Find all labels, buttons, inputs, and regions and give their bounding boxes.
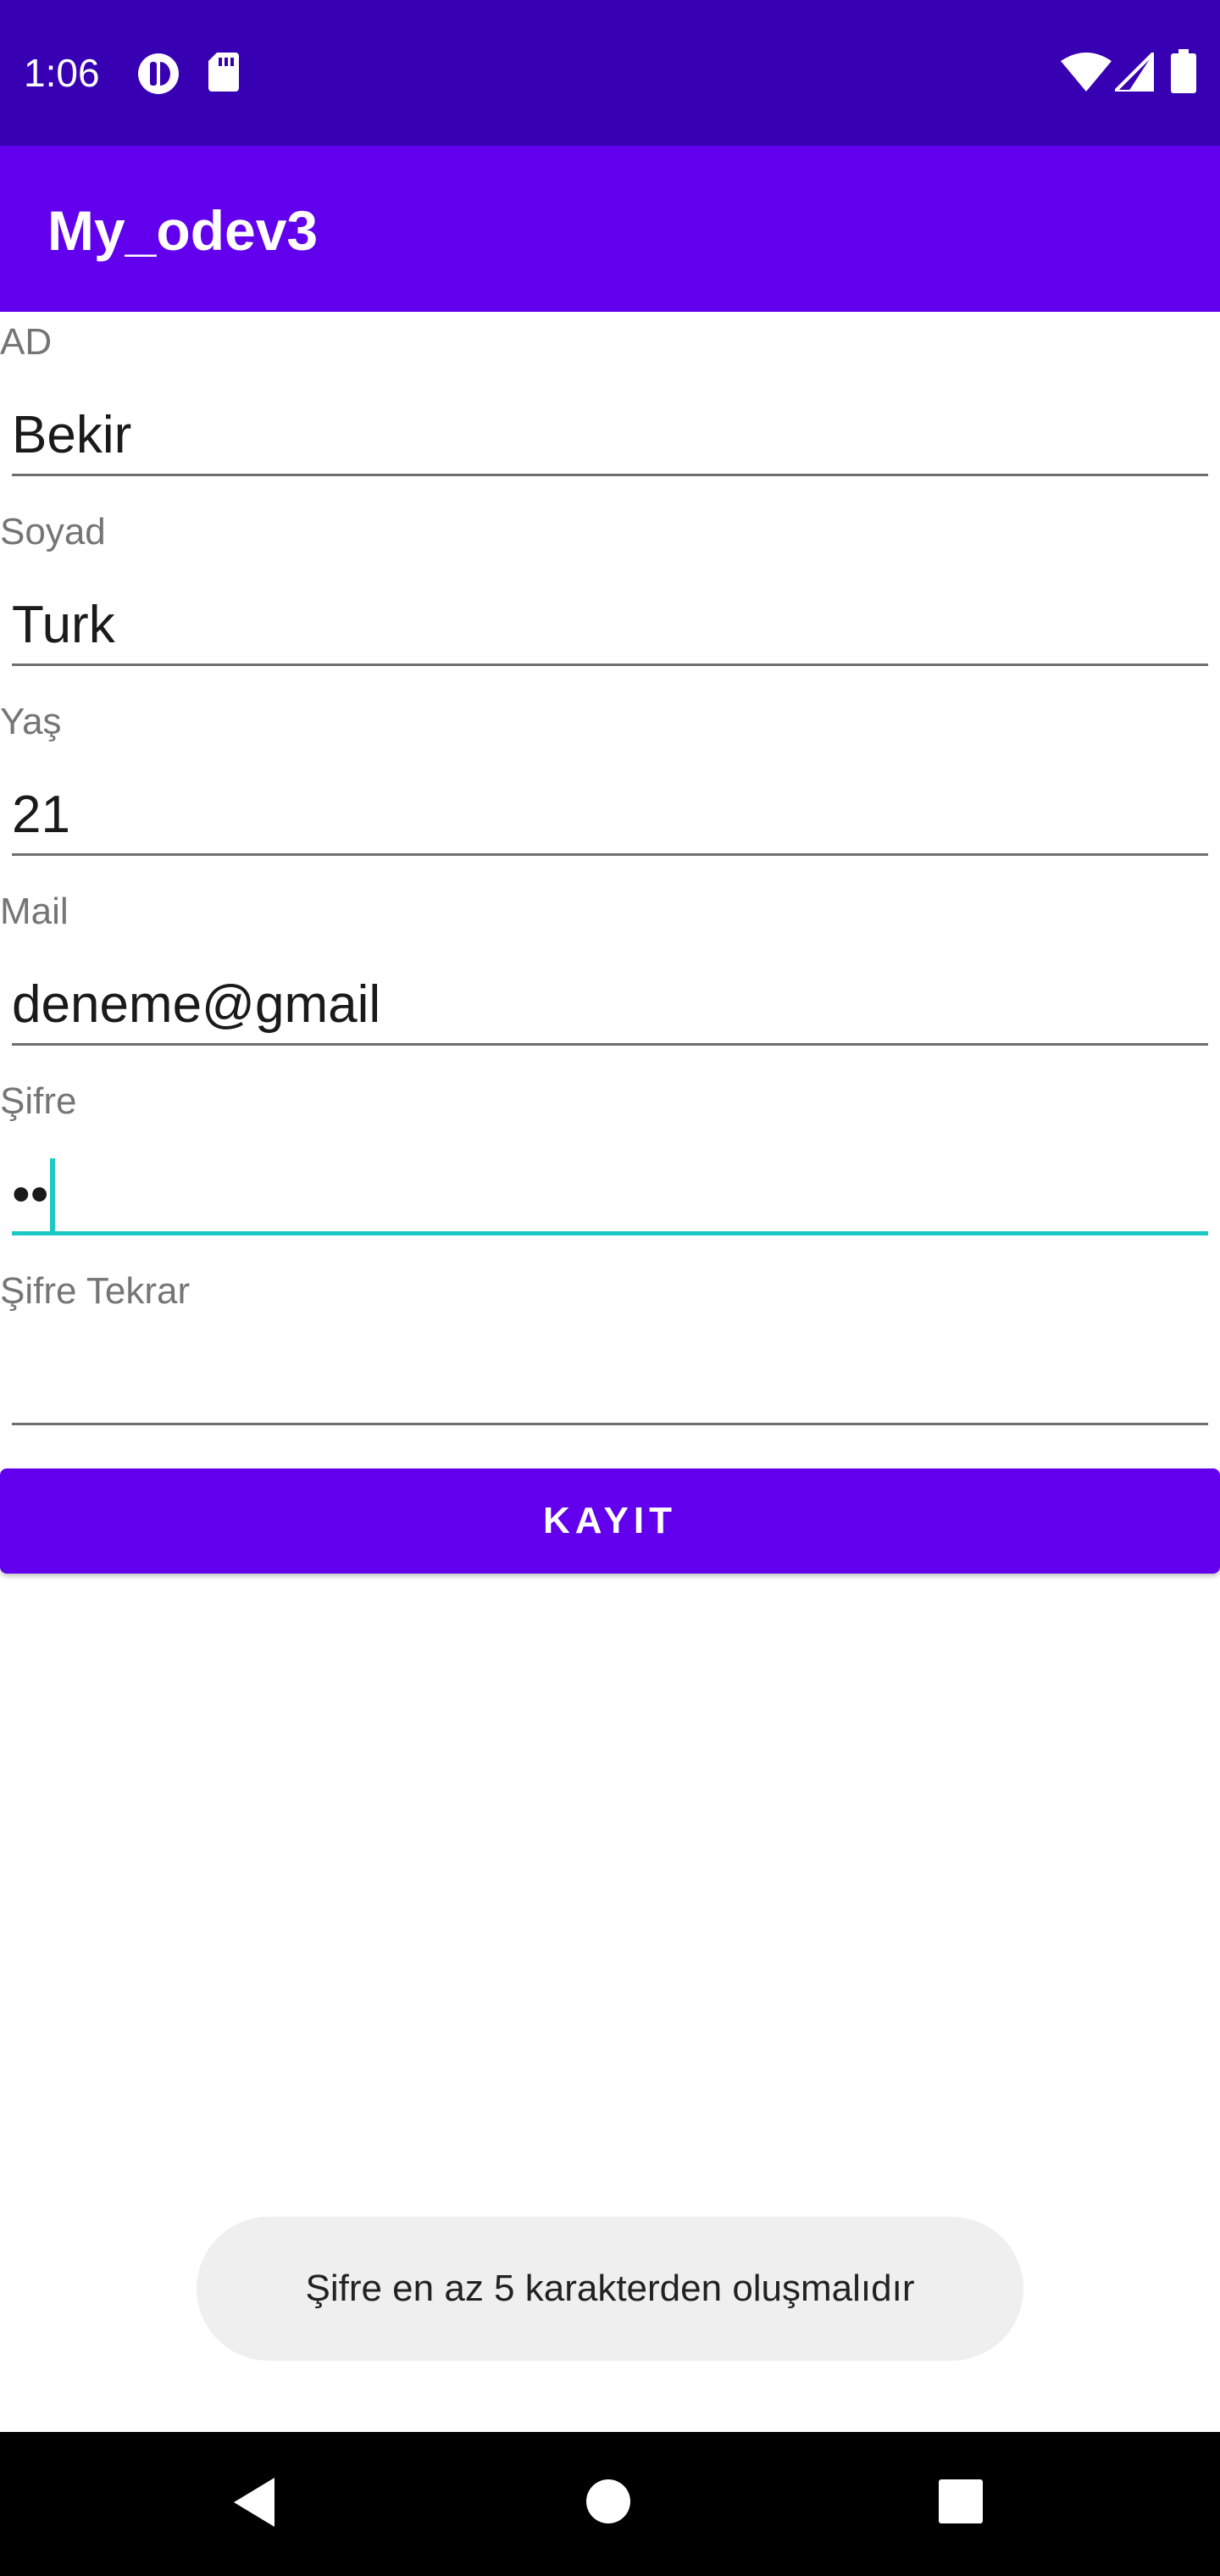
- navigation-bar: [0, 2432, 1220, 2576]
- signal-icon: [1115, 53, 1154, 92]
- ad-label: AD: [0, 321, 53, 363]
- sifre-tekrar-label: Şifre Tekrar: [0, 1270, 191, 1312]
- app-notification-icon: [138, 53, 179, 94]
- soyad-label: Soyad: [0, 511, 106, 552]
- toast-message: Şifre en az 5 karakterden oluşmalıdır: [197, 2217, 1023, 2361]
- ad-input[interactable]: Bekir: [12, 395, 1208, 476]
- app-bar: My_odev3: [0, 146, 1220, 312]
- kayit-button[interactable]: KAYIT: [0, 1468, 1220, 1574]
- sifre-label: Şifre: [0, 1080, 77, 1122]
- mail-label: Mail: [0, 891, 69, 932]
- text-cursor: [50, 1158, 56, 1231]
- mail-input[interactable]: deneme@gmail: [12, 964, 1208, 1046]
- app-title: My_odev3: [47, 199, 319, 262]
- yas-input[interactable]: 21: [12, 774, 1208, 856]
- status-bar: 1:06: [0, 0, 1220, 146]
- home-icon[interactable]: [585, 2478, 632, 2525]
- recents-icon[interactable]: [937, 2478, 984, 2525]
- wifi-icon: [1061, 53, 1112, 92]
- sifre-tekrar-input[interactable]: [12, 1344, 1208, 1425]
- yas-label: Yaş: [0, 701, 62, 742]
- battery-icon: [1171, 49, 1196, 93]
- soyad-input[interactable]: Turk: [12, 585, 1208, 666]
- sd-card-icon: [208, 53, 239, 92]
- sifre-input-value: ••: [12, 1165, 49, 1224]
- status-time: 1:06: [24, 51, 100, 95]
- back-icon[interactable]: [230, 2476, 278, 2529]
- sifre-input[interactable]: ••: [12, 1154, 1208, 1235]
